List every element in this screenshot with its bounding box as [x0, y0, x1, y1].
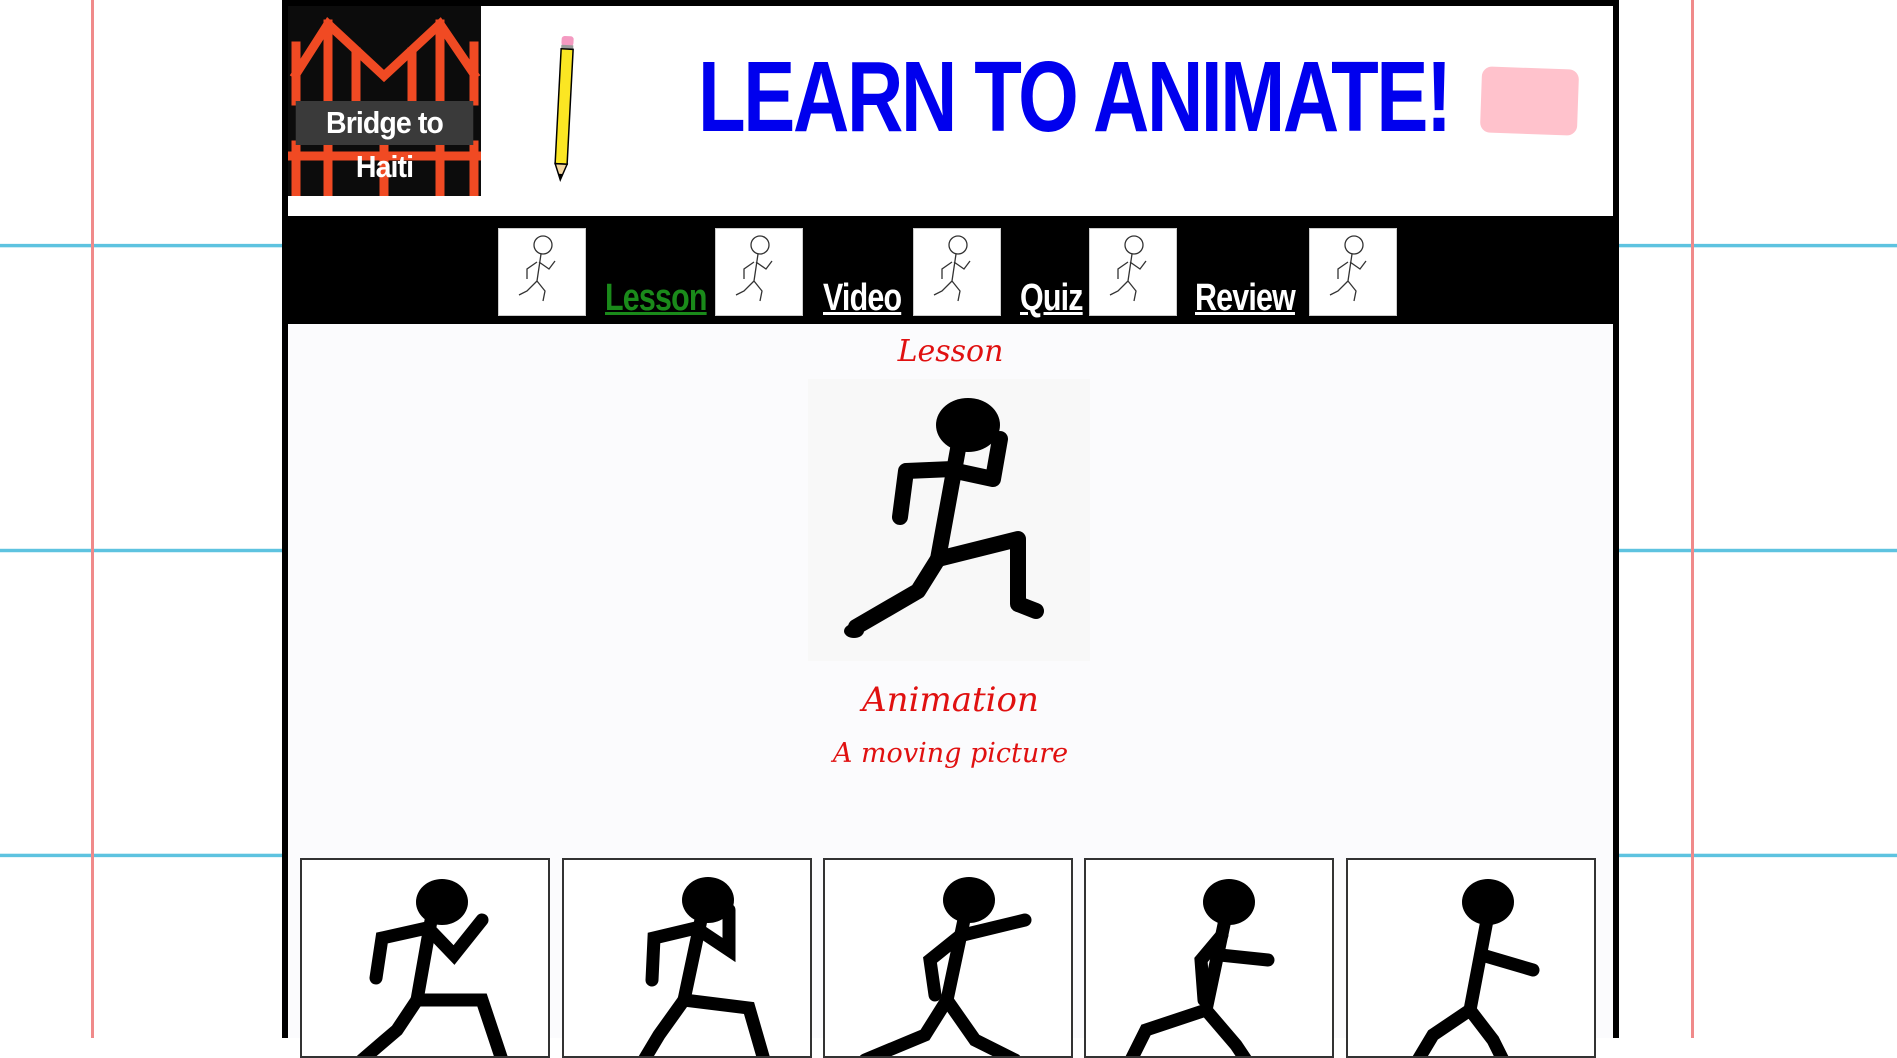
animation-frame	[823, 858, 1073, 1058]
vocabulary-definition: A moving picture	[832, 738, 1069, 769]
navigation-bar: Lesson Video Quiz Review	[288, 216, 1613, 324]
stick-figure-icon	[498, 228, 586, 316]
nav-review-link[interactable]: Review	[1195, 278, 1296, 318]
page-container: Bridge to Haiti LEARN TO ANIMATE! Lesson…	[282, 0, 1619, 1058]
stick-figure-icon	[715, 228, 803, 316]
animation-frame	[562, 858, 812, 1058]
lesson-content: Lesson Animation A moving picture	[288, 324, 1613, 1058]
page-title: LEARN TO ANIMATE!	[698, 41, 1452, 153]
eraser-icon	[1479, 66, 1580, 136]
logo-text: Bridge to Haiti	[295, 101, 474, 184]
stick-figure-icon	[1089, 228, 1177, 316]
section-title: Lesson	[897, 334, 1004, 369]
right-margin-line	[1691, 0, 1694, 1038]
animation-frame	[1084, 858, 1334, 1058]
nav-quiz-link[interactable]: Quiz	[1020, 278, 1083, 318]
running-stick-figure-image	[808, 379, 1090, 661]
header-banner: Bridge to Haiti LEARN TO ANIMATE!	[283, 6, 1613, 216]
pencil-icon	[554, 35, 574, 183]
vocabulary-term: Animation	[862, 680, 1039, 720]
animation-frame	[300, 858, 550, 1058]
animation-frame	[1346, 858, 1596, 1058]
stick-figure-icon	[1309, 228, 1397, 316]
left-margin-line	[91, 0, 94, 1038]
nav-lesson-link[interactable]: Lesson	[605, 278, 707, 318]
stick-figure-icon	[913, 228, 1001, 316]
bridge-to-haiti-logo[interactable]: Bridge to Haiti	[283, 6, 486, 201]
animation-frames	[300, 858, 1610, 1058]
nav-video-link[interactable]: Video	[823, 278, 902, 318]
